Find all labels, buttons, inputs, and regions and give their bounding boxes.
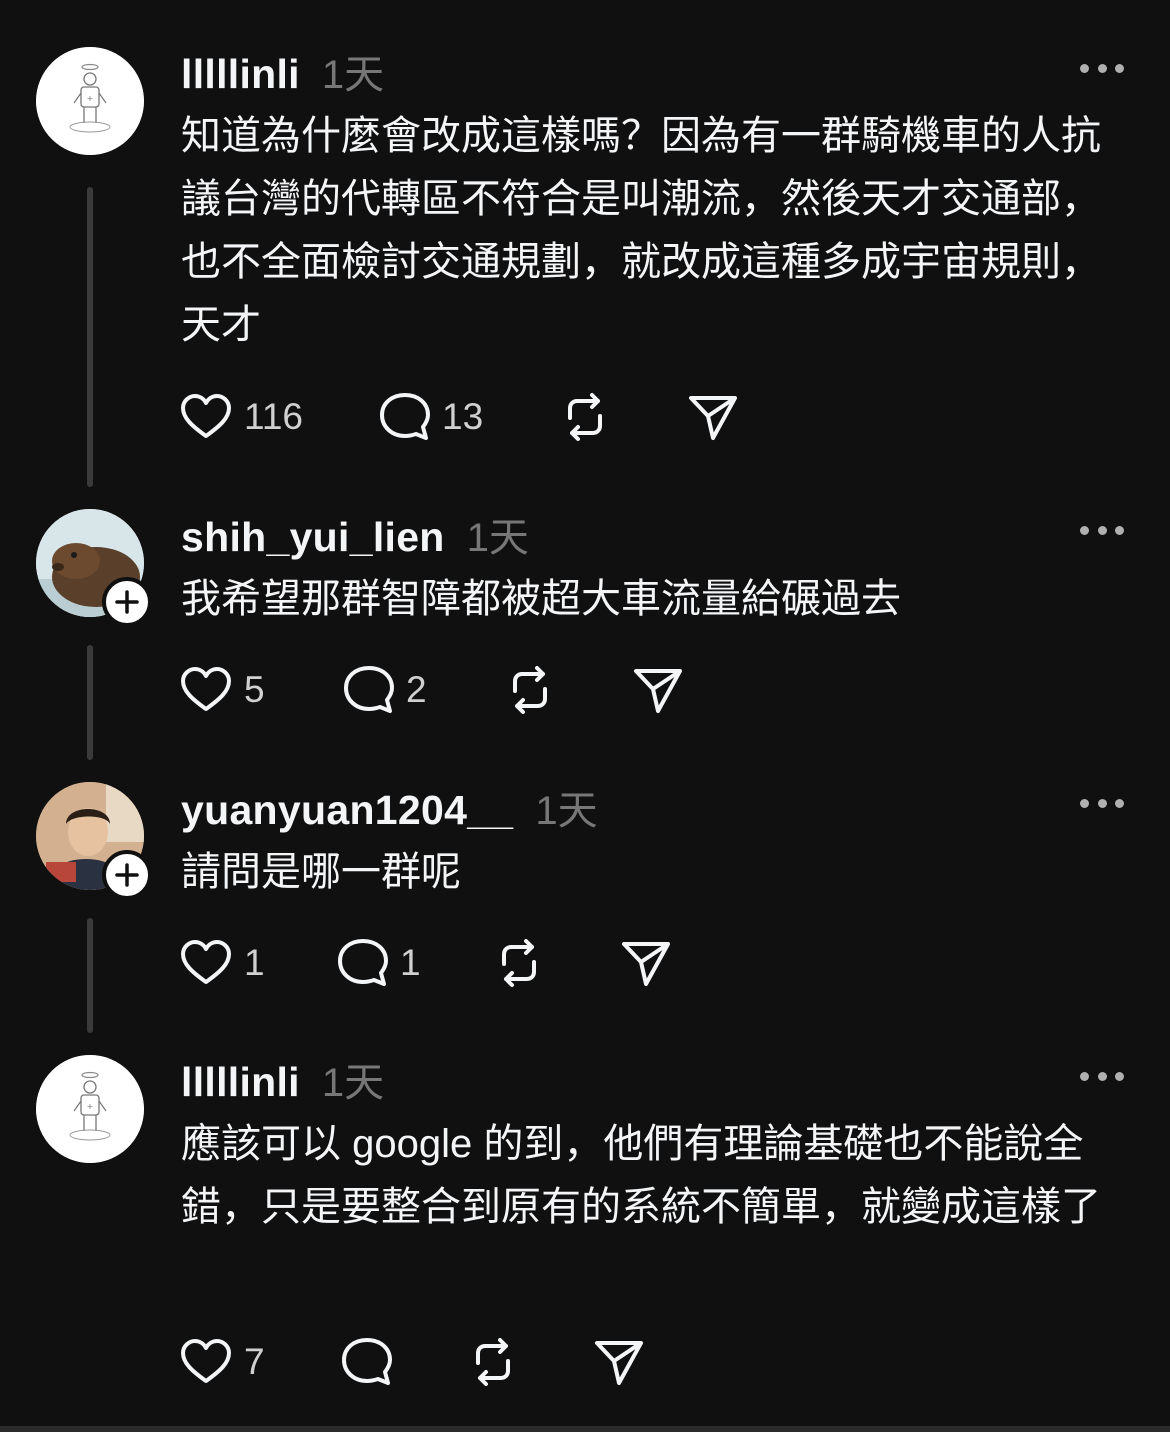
repost-button[interactable]	[492, 936, 546, 990]
like-count: 1	[244, 942, 265, 983]
reply-button[interactable]: 2	[342, 663, 427, 717]
more-options-icon[interactable]	[1080, 1070, 1124, 1082]
share-button[interactable]	[631, 663, 685, 717]
plus-icon	[115, 863, 139, 887]
heart-icon	[181, 1339, 231, 1383]
share-button[interactable]	[619, 936, 673, 990]
comment-icon	[380, 393, 430, 440]
comment-icon	[344, 666, 394, 713]
repost-button[interactable]	[558, 390, 612, 444]
heart-icon	[181, 667, 231, 711]
timestamp: 1天	[466, 516, 529, 560]
comment-icon	[338, 939, 388, 986]
send-icon	[689, 396, 737, 440]
comment-icon	[342, 1338, 392, 1385]
repost-button[interactable]	[503, 663, 557, 717]
share-button[interactable]	[592, 1335, 646, 1389]
avatar[interactable]: +	[36, 47, 144, 155]
more-options-icon[interactable]	[1080, 797, 1124, 809]
post-text: 應該可以 google 的到，他們有理論基礎也不能說全錯，只是要整合到原有的系統…	[181, 1122, 1101, 1229]
like-count: 7	[244, 1341, 265, 1382]
username[interactable]: lllllinli	[181, 51, 300, 98]
avatar[interactable]: +	[36, 1055, 144, 1163]
username[interactable]: lllllinli	[181, 1059, 300, 1106]
bottom-divider	[0, 1426, 1170, 1432]
plus-icon	[115, 590, 139, 614]
svg-text:+: +	[87, 1102, 94, 1111]
sketch-figure-avatar-icon: +	[36, 47, 144, 155]
repost-icon	[513, 666, 547, 714]
like-button[interactable]: 5	[178, 663, 265, 717]
post-text: 知道為什麼會改成這樣嗎？因為有一群騎機車的人抗議台灣的代轉區不符合是叫潮流，然後…	[181, 114, 1101, 347]
reply-button[interactable]: 13	[378, 390, 483, 444]
follow-button[interactable]	[102, 850, 152, 900]
post-text: 我希望那群智障都被超大車流量給碾過去	[181, 577, 901, 621]
thread-line	[87, 918, 93, 1033]
heart-icon	[181, 394, 231, 438]
reply-button[interactable]	[340, 1335, 394, 1389]
repost-icon	[502, 939, 536, 987]
send-icon	[634, 669, 682, 713]
timestamp: 1天	[321, 1061, 385, 1105]
send-icon	[595, 1341, 643, 1385]
more-options-icon[interactable]	[1080, 62, 1124, 74]
post-text: 請問是哪一群呢	[181, 850, 461, 894]
reply-button[interactable]: 1	[336, 936, 421, 990]
username[interactable]: yuanyuan1204__	[181, 787, 513, 834]
thread-line	[87, 645, 93, 760]
reply-count: 1	[400, 942, 421, 983]
repost-icon	[476, 1338, 510, 1386]
timestamp: 1天	[321, 53, 385, 97]
username[interactable]: shih_yui_lien	[181, 514, 445, 561]
share-button[interactable]	[686, 390, 740, 444]
heart-icon	[181, 940, 231, 984]
sketch-figure-avatar-icon: +	[36, 1055, 144, 1163]
like-count: 116	[244, 396, 303, 437]
more-options-icon[interactable]	[1080, 524, 1124, 536]
like-count: 5	[244, 669, 265, 710]
timestamp: 1天	[535, 789, 598, 833]
repost-icon	[568, 393, 602, 441]
send-icon	[622, 942, 670, 986]
svg-text:+: +	[87, 94, 94, 103]
like-button[interactable]: 116	[178, 390, 303, 444]
like-button[interactable]: 1	[178, 936, 265, 990]
follow-button[interactable]	[102, 577, 152, 627]
reply-count: 2	[406, 669, 427, 710]
like-button[interactable]: 7	[178, 1335, 265, 1389]
repost-button[interactable]	[466, 1335, 520, 1389]
thread-line	[87, 187, 93, 487]
reply-count: 13	[442, 396, 484, 437]
